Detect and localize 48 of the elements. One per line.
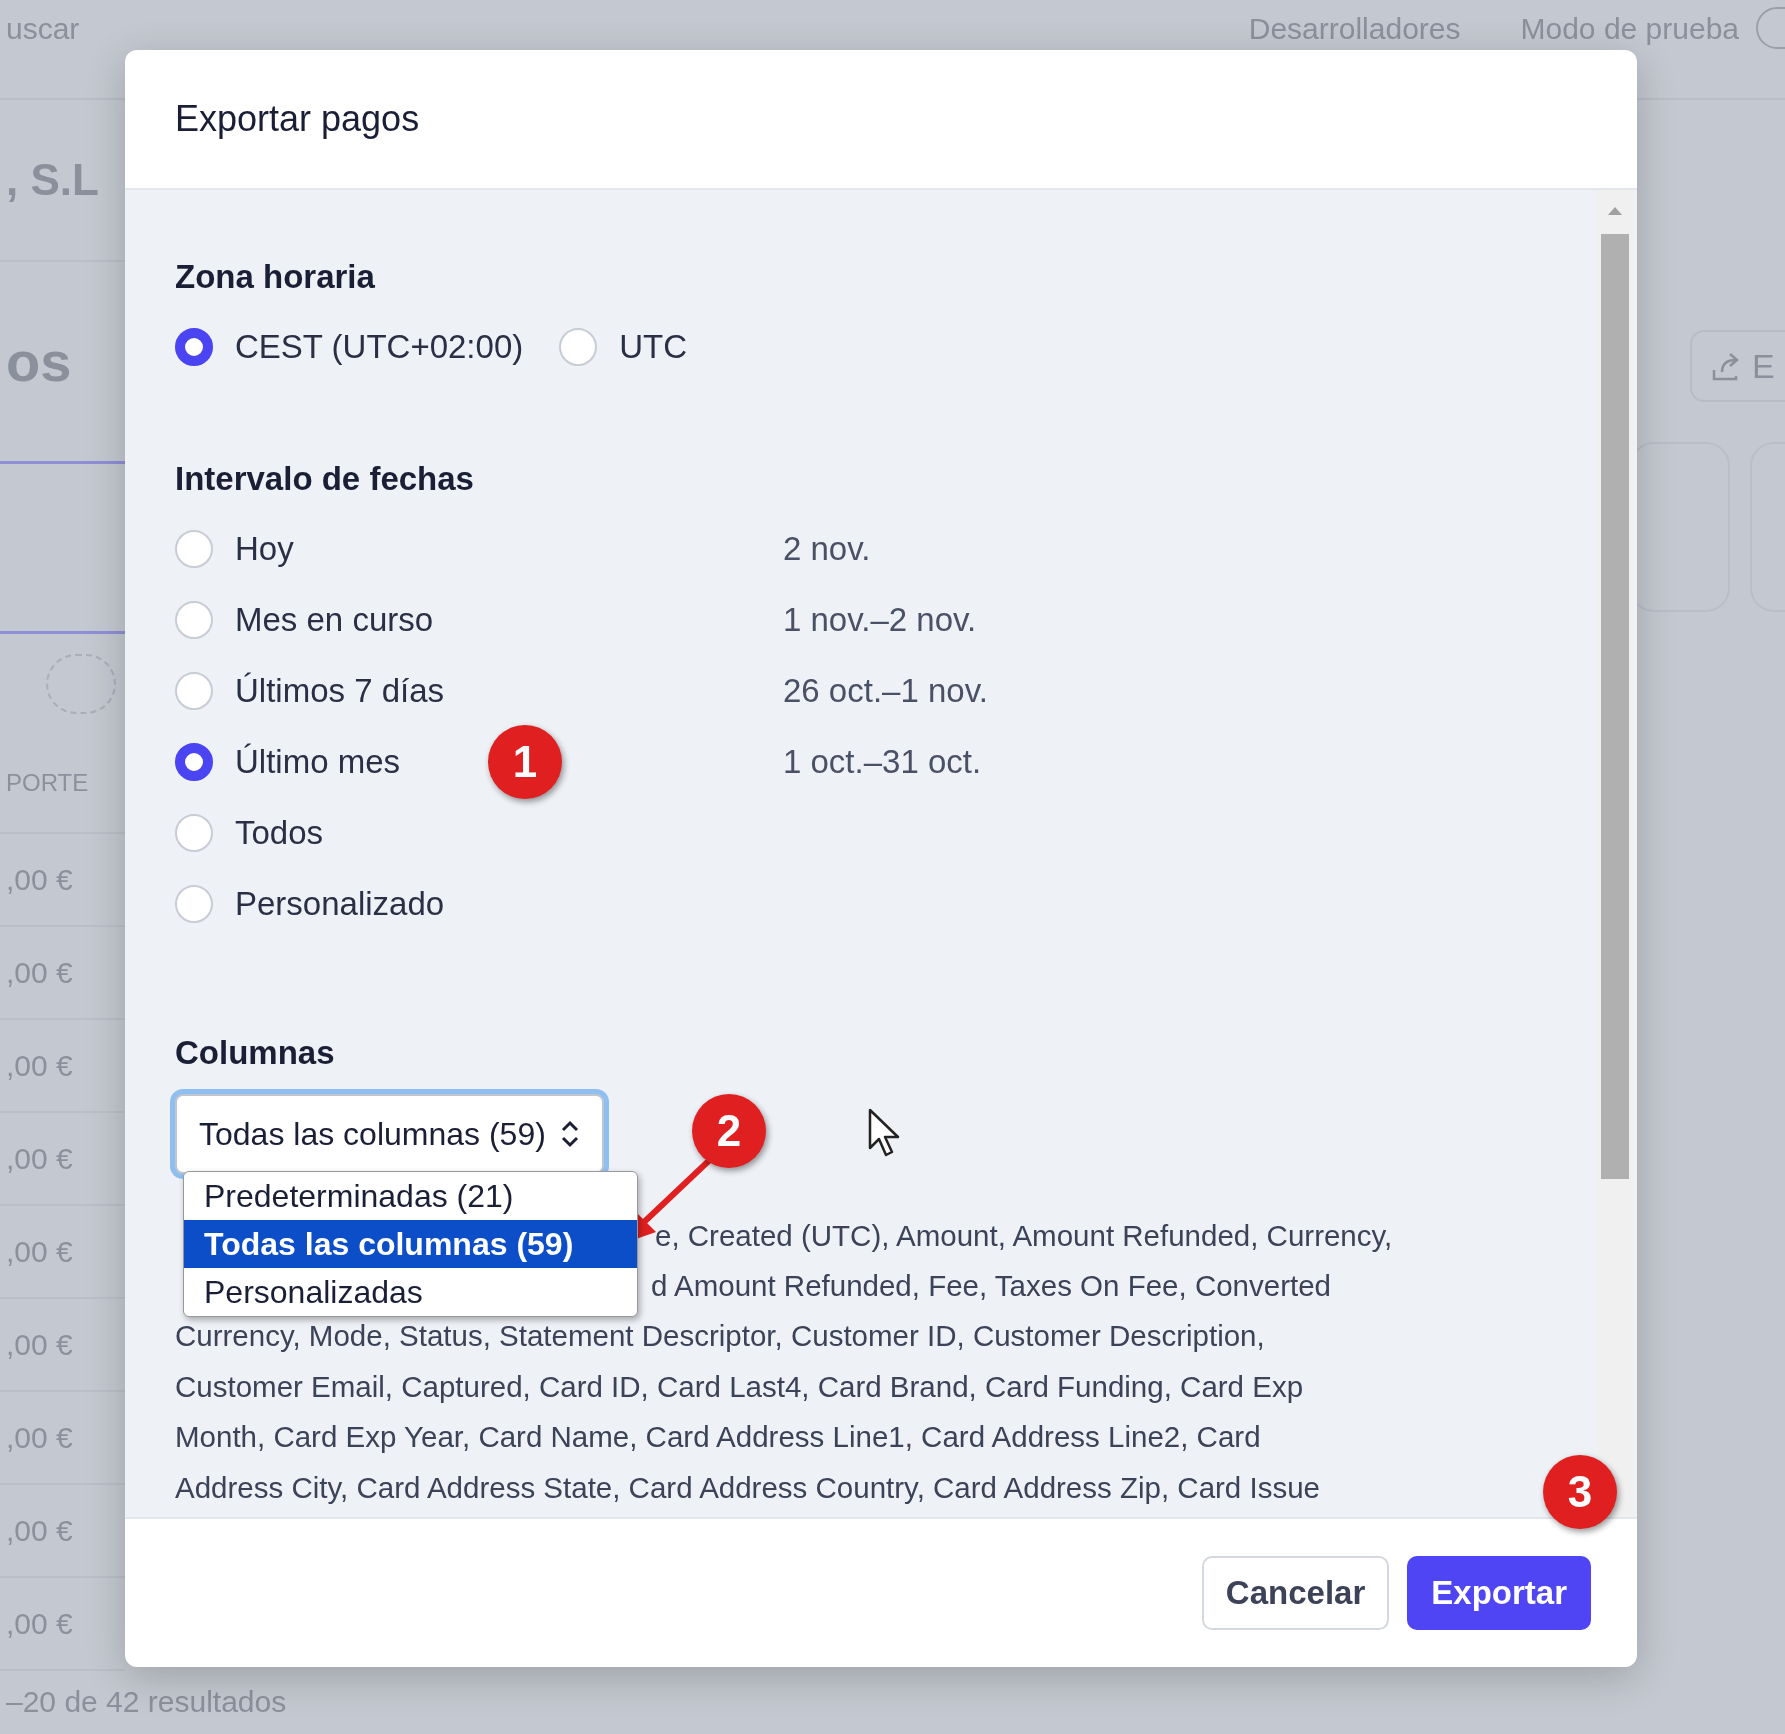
radio-label[interactable]: Últimos 7 días [235, 671, 445, 709]
chevron-icon [559, 1118, 580, 1149]
date-range: 1 nov.–2 nov. [783, 599, 977, 640]
radio-button[interactable] [175, 742, 213, 781]
description-text: e, Created (UTC), Amount, Amount Refunded, Currency, [655, 1218, 1393, 1252]
column-header: PORTE [6, 768, 89, 798]
amount-text: ,00 € [6, 955, 73, 991]
description-text: Month, Card Exp Year, Card Name, Card Address Line1, Card Address Line2, Card [175, 1420, 1261, 1454]
radio-label[interactable]: CEST (UTC+02:00) [235, 328, 524, 366]
date-range: 26 oct.–1 nov. [783, 670, 988, 711]
radio-button[interactable] [175, 328, 213, 366]
cancel-button[interactable]: Cancelar [1201, 1556, 1390, 1630]
amount-text: ,00 € [6, 1420, 73, 1456]
amount-text: ,00 € [6, 1606, 73, 1642]
toggle-switch[interactable] [1755, 6, 1785, 50]
section-title: Columnas [175, 1033, 336, 1073]
amount-text: ,00 € [6, 1327, 73, 1363]
radio-label[interactable]: Mes en curso [235, 600, 434, 638]
dialog-title: Exportar pagos [175, 97, 420, 141]
amount-text: ,00 € [6, 1048, 73, 1084]
dropdown-option[interactable]: Todas las columnas (59) [184, 1219, 637, 1268]
radio-label[interactable]: Último mes [235, 742, 401, 780]
scrollbar[interactable] [1597, 190, 1633, 1517]
description-text: d Amount Refunded, Fee, Taxes On Fee, Converted [651, 1268, 1331, 1302]
radio-label[interactable]: Hoy [235, 529, 294, 567]
cursor-icon [868, 1108, 902, 1158]
dropdown-option[interactable]: Predeterminadas (21) [184, 1171, 637, 1220]
amount-text: ,00 € [6, 1141, 73, 1177]
date-range: 2 nov. [783, 528, 871, 569]
results-count: –20 de 42 resultados [6, 1683, 287, 1720]
date-range: 1 oct.–31 oct. [783, 741, 982, 782]
amount-text: ,00 € [6, 1234, 73, 1270]
radio-label[interactable]: UTC [619, 328, 688, 366]
dropdown-option[interactable]: Personalizadas [184, 1267, 637, 1316]
radio-label[interactable]: Todos [235, 813, 324, 851]
radio-label[interactable]: Personalizado [235, 884, 445, 922]
page-heading: os [6, 328, 72, 395]
filter-chip[interactable] [46, 654, 116, 714]
amount-text: ,00 € [6, 862, 73, 898]
company-name: , S.L [6, 154, 99, 206]
description-text: Address City, Card Address State, Card Address Country, Card Address Zip, Card Issue [175, 1470, 1320, 1504]
description-text: Currency, Mode, Status, Statement Descriptor, Customer ID, Customer Description, [175, 1319, 1265, 1353]
search-text: uscar [6, 11, 80, 47]
description-text: Customer Email, Captured, Card ID, Card Last4, Card Brand, Card Funding, Card Exp [175, 1369, 1304, 1403]
amount-text: ,00 € [6, 1513, 73, 1549]
section-title: Intervalo de fechas [175, 458, 475, 499]
section-title: Zona horaria [175, 257, 376, 297]
export-button[interactable]: Exportar [1407, 1556, 1591, 1630]
